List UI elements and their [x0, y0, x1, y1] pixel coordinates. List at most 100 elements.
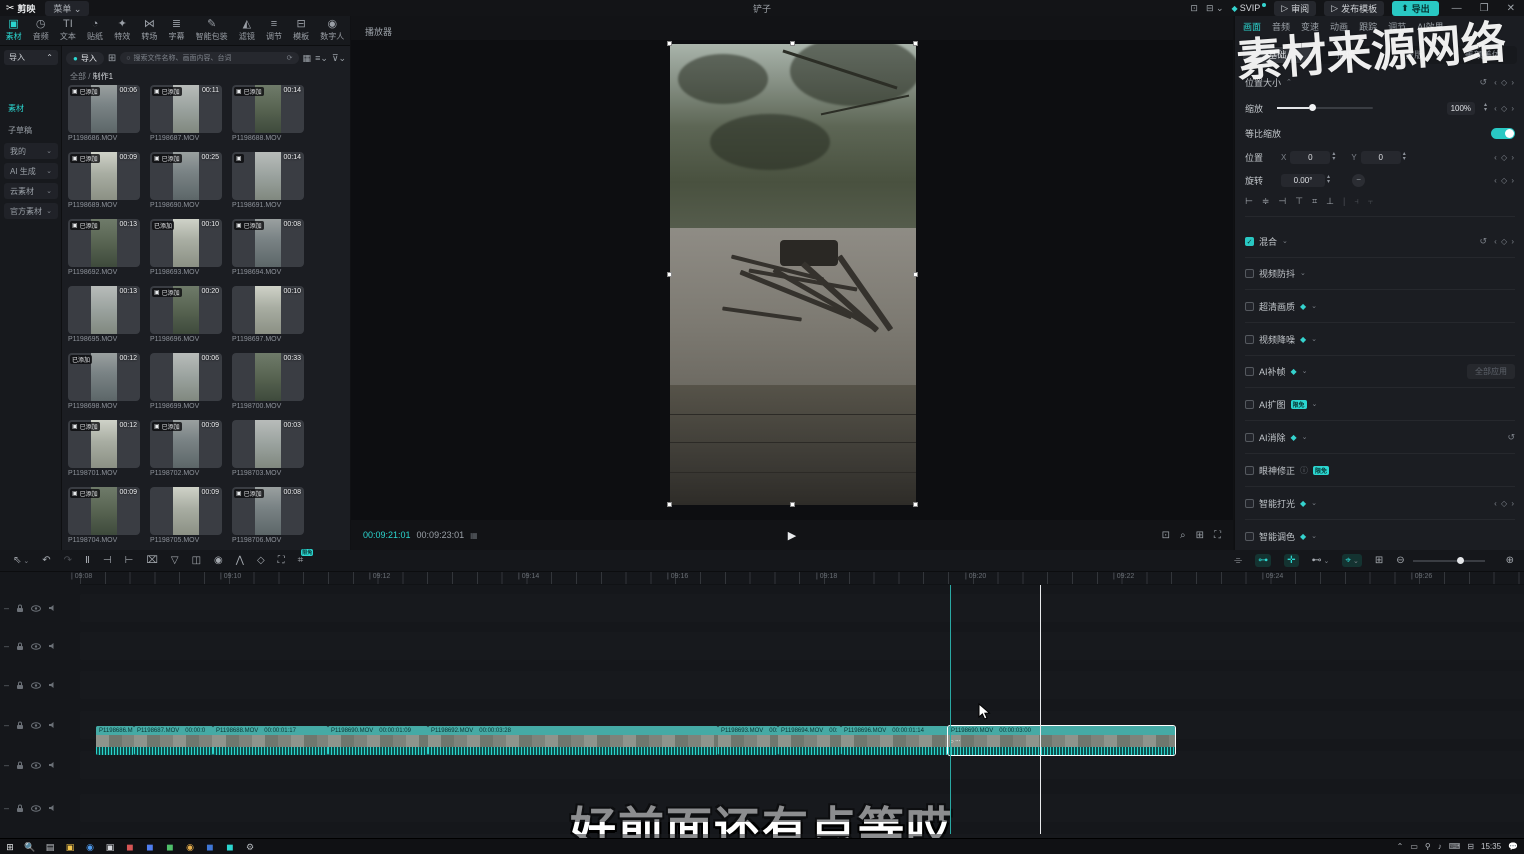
network-icon[interactable]: ⊟: [1467, 842, 1474, 851]
timeline-clip[interactable]: P1198690.MOV00:00:03:00○ ⸱⸱⸱: [948, 726, 1175, 755]
media-card[interactable]: ▣已添加00:20P1198696.MOV: [150, 286, 222, 343]
tool-mirror[interactable]: ⋀: [236, 555, 244, 566]
media-card[interactable]: ▣已添加00:09P1198704.MOV: [68, 487, 140, 544]
media-card[interactable]: 已添加00:10P1198693.MOV: [150, 219, 222, 276]
svip-badge[interactable]: ◆SVIP: [1232, 3, 1267, 13]
keyframe-control[interactable]: ‹ ◇ ›: [1494, 237, 1515, 246]
tool-rotate[interactable]: ◇: [257, 555, 265, 566]
speaker-icon[interactable]: [48, 681, 57, 689]
usb-icon[interactable]: ⚲: [1425, 842, 1431, 851]
eye-icon[interactable]: [31, 722, 41, 729]
tool-mask[interactable]: ▽: [171, 555, 179, 566]
breadcrumb[interactable]: 全部 / 制作1: [70, 71, 113, 82]
tool-reverse[interactable]: ◉: [214, 555, 223, 566]
media-card[interactable]: ▣已添加00:14P1198688.MOV: [232, 85, 304, 142]
layout-dropdown-icon[interactable]: ⊟ ⌄: [1206, 3, 1224, 14]
ribbon-tab-adjust[interactable]: ≡调节: [266, 19, 282, 42]
scale-slider[interactable]: [1277, 107, 1373, 109]
speaker-icon[interactable]: [48, 642, 57, 650]
tool-preview-axis[interactable]: ⌖ ⌄: [1342, 554, 1361, 567]
position-x-input[interactable]: 0: [1290, 151, 1330, 164]
position-keyframe[interactable]: ‹ ◇ ›: [1494, 153, 1515, 162]
lock-icon[interactable]: [16, 604, 24, 613]
timeline-clip[interactable]: P1198696.MOV00:00:01:14: [841, 726, 948, 755]
tool-linkage[interactable]: ⊷ ⌄: [1312, 555, 1330, 566]
collapse-dash-icon[interactable]: –: [4, 603, 9, 613]
restore-button[interactable]: ❐: [1475, 3, 1494, 14]
tool-timeline-fit[interactable]: ⊞: [1375, 555, 1383, 566]
eye-icon[interactable]: [31, 605, 41, 612]
effect-checkbox[interactable]: [1245, 335, 1254, 344]
tool-delete-right[interactable]: ⊢: [125, 555, 134, 566]
timeline-clip[interactable]: P1198686.M: [96, 726, 134, 755]
volume-icon[interactable]: ♪: [1438, 842, 1442, 851]
track-header[interactable]: –: [4, 794, 76, 822]
lock-icon[interactable]: [16, 681, 24, 690]
ratio-icon[interactable]: ⊞: [1196, 530, 1204, 541]
align-button-3[interactable]: ⊣: [1278, 196, 1286, 207]
scale-value[interactable]: 100%: [1447, 102, 1475, 115]
position-y-stepper[interactable]: ▴▾: [1403, 152, 1406, 162]
import-dropdown[interactable]: 导入⌃: [4, 50, 58, 65]
effect-checkbox[interactable]: ✓: [1245, 237, 1254, 246]
layout-panel-icon[interactable]: ⊡: [1190, 3, 1198, 14]
media-card[interactable]: 00:06P1198699.MOV: [150, 353, 222, 410]
ribbon-tab-captions[interactable]: ≣字幕: [169, 19, 185, 42]
sort-dropdown-icon[interactable]: ≡⌄: [315, 53, 328, 64]
effect-checkbox[interactable]: [1245, 499, 1254, 508]
ribbon-tab-filters[interactable]: ◭滤镜: [239, 19, 255, 42]
lock-icon[interactable]: [16, 721, 24, 730]
rotate-knob[interactable]: −: [1352, 174, 1365, 187]
tool-redo[interactable]: ↷: [64, 555, 72, 566]
effect-row-AI补帧[interactable]: AI补帧◆⌄全部应用: [1245, 362, 1515, 380]
refresh-icon[interactable]: ⟳: [287, 54, 293, 62]
inspector-tab-画面[interactable]: 画面: [1243, 20, 1261, 33]
keyframe-control[interactable]: ‹ ◇ ›: [1494, 499, 1515, 508]
zoom-slider-knob[interactable]: [1457, 557, 1464, 564]
media-card[interactable]: 00:33P1198700.MOV: [232, 353, 304, 410]
publish-template-button[interactable]: ▷发布模板: [1324, 1, 1384, 16]
ribbon-tab-media[interactable]: ▣素材: [6, 19, 22, 42]
effect-row-智能调色[interactable]: 智能调色◆⌄: [1245, 527, 1515, 545]
sidebar-item-6[interactable]: 官方素材⌄: [4, 203, 58, 219]
vscode-icon[interactable]: ◼: [200, 840, 220, 854]
wechat-icon[interactable]: ◼: [160, 840, 180, 854]
speaker-icon[interactable]: [48, 721, 57, 729]
adjust-view-icon[interactable]: ⊞: [108, 53, 116, 64]
ime-icon[interactable]: ⌨: [1449, 842, 1461, 851]
import-button[interactable]: ●导入: [66, 52, 104, 65]
speaker-icon[interactable]: [48, 761, 57, 769]
inspector-tab-变速[interactable]: 变速: [1301, 20, 1319, 33]
media-card[interactable]: ▣已添加00:25P1198690.MOV: [150, 152, 222, 209]
eye-icon[interactable]: [31, 643, 41, 650]
ribbon-tab-text[interactable]: TI文本: [60, 19, 76, 42]
ribbon-tab-audio[interactable]: ◷音频: [33, 19, 49, 42]
timeline-ruler[interactable]: | 09:08| 09:10| 09:12| 09:14| 09:16| 09:…: [80, 572, 1524, 585]
speaker-icon[interactable]: [48, 604, 57, 612]
display-icon[interactable]: ▭: [1410, 842, 1418, 851]
chrome-icon[interactable]: ◉: [180, 840, 200, 854]
collapse-dash-icon[interactable]: –: [4, 803, 9, 813]
ribbon-tab-effects[interactable]: ✦特效: [114, 19, 130, 42]
reset-icon[interactable]: ↺: [1480, 236, 1488, 247]
reset-icon[interactable]: ↺: [1480, 77, 1488, 88]
timeline-clip[interactable]: P1198692.MOV00:00:03:28: [428, 726, 718, 755]
effect-row-超清画质[interactable]: 超清画质◆⌄: [1245, 297, 1515, 315]
track-header[interactable]: –: [4, 632, 76, 660]
sidebar-item-1[interactable]: 素材: [0, 100, 62, 116]
track-header[interactable]: –: [4, 751, 76, 779]
zoom-out-button[interactable]: ⊖: [1396, 555, 1404, 566]
sidebar-item-2[interactable]: 子草稿: [0, 122, 62, 138]
position-y-input[interactable]: 0: [1361, 151, 1401, 164]
search-icon[interactable]: 🔍: [20, 840, 40, 854]
media-card[interactable]: 00:13P1198695.MOV: [68, 286, 140, 343]
zoom-in-button[interactable]: ⊕: [1506, 555, 1514, 566]
collapse-dash-icon[interactable]: –: [4, 720, 9, 730]
start-button[interactable]: ⊞: [0, 840, 20, 854]
effect-row-视频降噪[interactable]: 视频降噪◆⌄: [1245, 330, 1515, 348]
eye-icon[interactable]: [31, 682, 41, 689]
collapse-dash-icon[interactable]: –: [4, 760, 9, 770]
ribbon-tab-transition[interactable]: ⋈转场: [141, 19, 157, 42]
apply-all-button[interactable]: 全部应用: [1467, 364, 1515, 379]
media-card[interactable]: ▣已添加00:09P1198702.MOV: [150, 420, 222, 477]
